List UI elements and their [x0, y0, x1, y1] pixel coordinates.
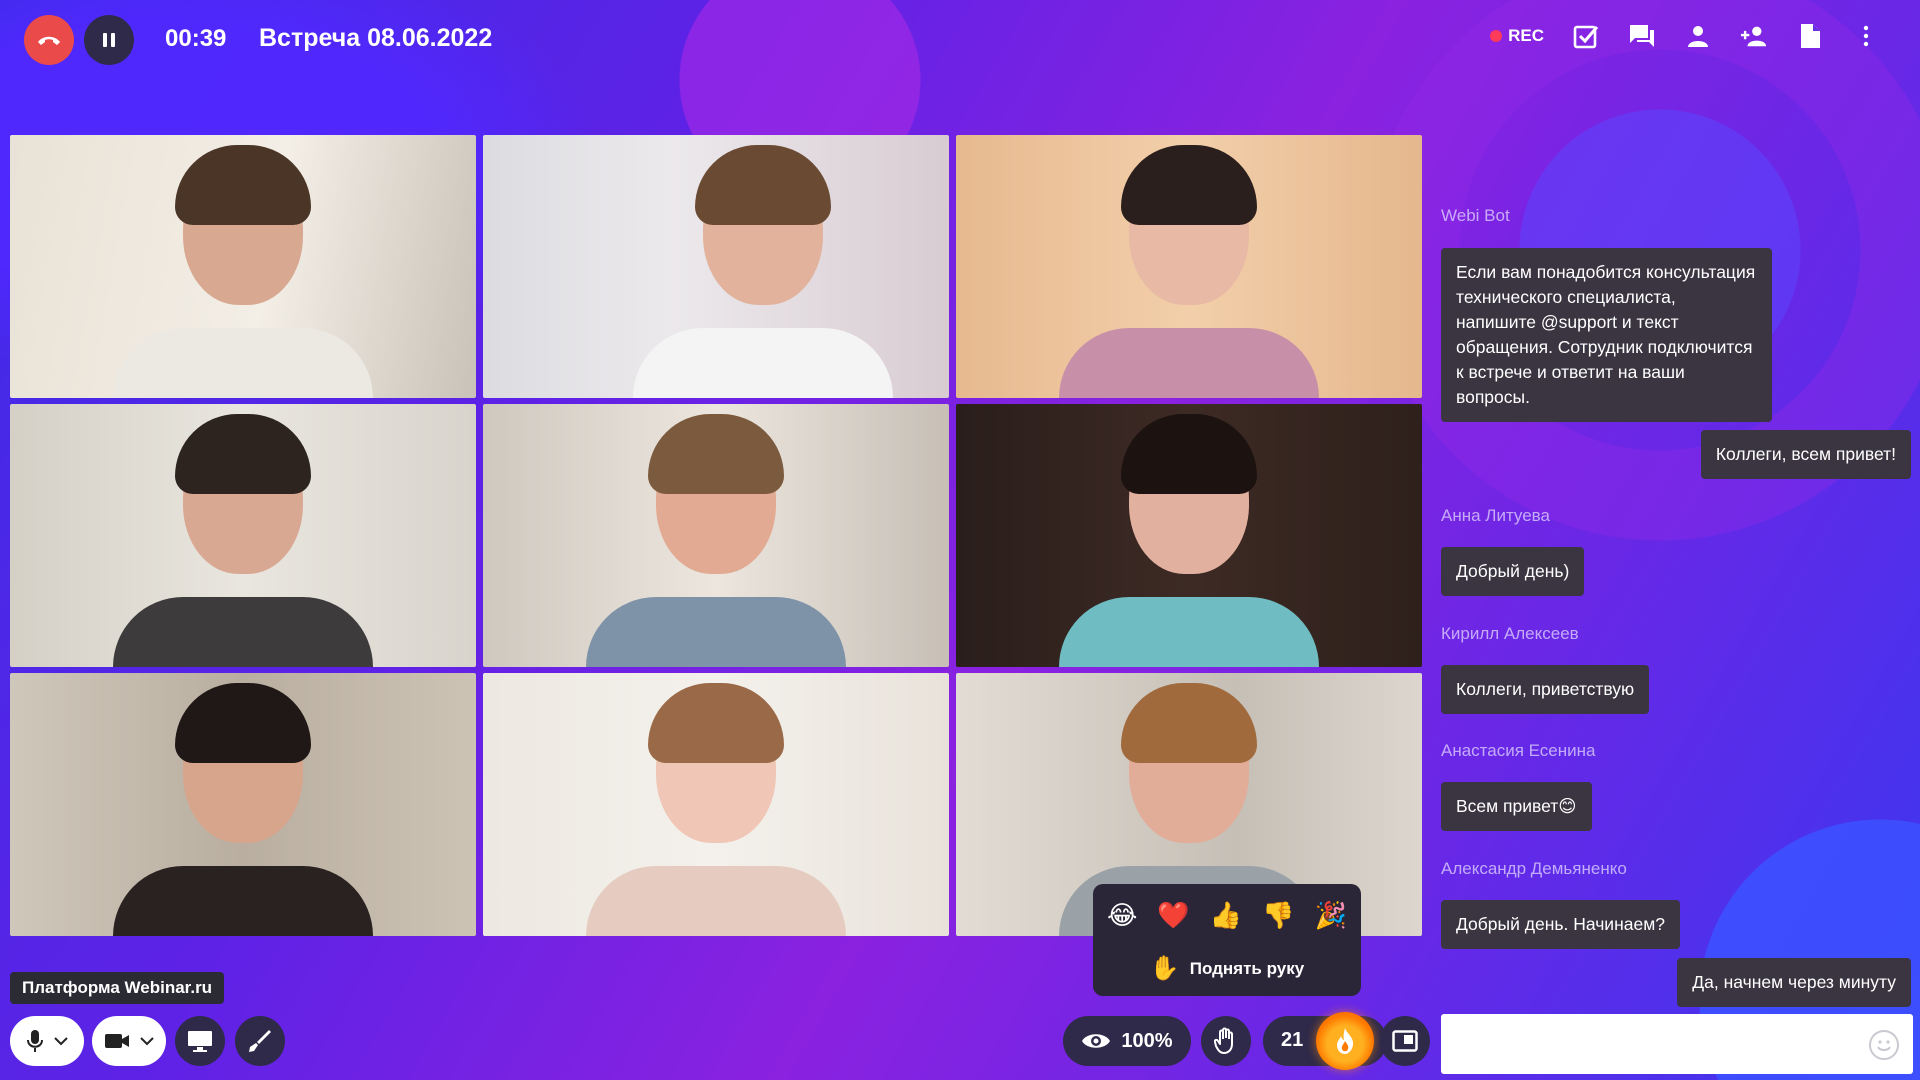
- chat-sender-name: Анастасия Есенина: [1441, 741, 1596, 760]
- emoji-picker-button[interactable]: [1869, 1030, 1899, 1060]
- top-bar: 00:39 Встреча 08.06.2022 REC: [0, 0, 1920, 80]
- video-tile[interactable]: [10, 404, 476, 667]
- meeting-title: Встреча 08.06.2022: [259, 24, 493, 52]
- microphone-icon: [27, 1030, 43, 1052]
- reactions-counter[interactable]: 21: [1263, 1012, 1387, 1070]
- raise-hand-button[interactable]: ✋ Поднять руку: [1093, 954, 1361, 983]
- document-icon: [1801, 24, 1820, 48]
- add-person-icon: [1740, 26, 1767, 47]
- pause-icon: [103, 33, 115, 47]
- fire-reaction-button[interactable]: [1316, 1012, 1374, 1070]
- pause-button[interactable]: [84, 15, 134, 65]
- chevron-down-icon: [140, 1037, 154, 1046]
- reactions-popup: 😂 ❤️ 👍 👎 🎉 ✋ Поднять руку: [1093, 884, 1361, 996]
- reaction-emoji-row: 😂 ❤️ 👍 👎 🎉: [1107, 900, 1347, 931]
- brush-icon: [249, 1030, 271, 1052]
- chat-sender-name: Александр Демьяненко: [1441, 859, 1627, 878]
- video-tile[interactable]: [483, 135, 949, 398]
- video-tile[interactable]: [956, 135, 1422, 398]
- reaction-heart[interactable]: ❤️: [1157, 900, 1189, 931]
- video-tile[interactable]: [10, 135, 476, 398]
- video-grid: [10, 135, 1423, 936]
- reaction-thumbs-down[interactable]: 👎: [1262, 900, 1294, 931]
- chat-button[interactable]: [1628, 22, 1656, 50]
- chat-sender-name: Webi Bot: [1441, 206, 1510, 225]
- camera-control[interactable]: [92, 1016, 166, 1066]
- chevron-down-icon: [54, 1037, 68, 1046]
- video-tile[interactable]: [956, 404, 1422, 667]
- more-button[interactable]: [1852, 22, 1880, 50]
- poll-button[interactable]: [1572, 22, 1600, 50]
- camera-icon: [105, 1034, 129, 1048]
- view-quality-control[interactable]: 100%: [1063, 1016, 1191, 1066]
- end-call-icon: [38, 36, 60, 45]
- chat-input[interactable]: [1441, 1014, 1913, 1074]
- reaction-party[interactable]: 🎉: [1315, 900, 1347, 931]
- video-tile[interactable]: [483, 404, 949, 667]
- chat-icon: [1630, 25, 1654, 47]
- hand-button[interactable]: [1201, 1016, 1251, 1066]
- platform-label: Платформа Webinar.ru: [10, 972, 225, 1004]
- view-percent: 100%: [1121, 1029, 1173, 1052]
- recording-indicator[interactable]: REC: [1490, 26, 1544, 46]
- meeting-timer: 00:39: [165, 25, 227, 52]
- poll-checkbox-icon: [1573, 25, 1599, 49]
- person-icon: [1688, 26, 1708, 47]
- reaction-thumbs-up[interactable]: 👍: [1210, 900, 1242, 931]
- picture-in-picture-icon: [1392, 1030, 1418, 1052]
- fire-icon: [1337, 1028, 1354, 1054]
- more-vertical-icon: [1863, 25, 1869, 47]
- smile-icon: [1877, 1040, 1891, 1051]
- rec-label: REC: [1508, 26, 1544, 45]
- chat-sender-name: Анна Литуева: [1441, 506, 1550, 525]
- video-tile[interactable]: [10, 673, 476, 936]
- chat-message-own: Коллеги, всем привет!: [1700, 430, 1911, 479]
- microphone-control[interactable]: [10, 1016, 84, 1066]
- participants-button[interactable]: [1684, 22, 1712, 50]
- record-dot-icon: [1490, 30, 1503, 42]
- screen-share-icon: [188, 1031, 212, 1052]
- chat-message: Всем привет😊: [1441, 782, 1592, 831]
- chat-message-own: Да, начнем через минуту: [1677, 958, 1911, 1007]
- files-button[interactable]: [1796, 22, 1824, 50]
- chat-message: Добрый день): [1441, 547, 1585, 596]
- chat-message: Коллеги, приветствую: [1441, 665, 1650, 714]
- chat-sender-name: Кирилл Алексеев: [1441, 624, 1579, 643]
- chat-message: Добрый день. Начинаем?: [1441, 900, 1680, 949]
- reaction-count: 21: [1281, 1029, 1304, 1051]
- top-toolbar: REC: [1490, 22, 1880, 50]
- raise-hand-label: Поднять руку: [1189, 958, 1305, 978]
- video-tile[interactable]: [483, 673, 949, 936]
- raised-hand-icon: ✋: [1149, 955, 1180, 982]
- reaction-laugh[interactable]: 😂: [1107, 900, 1137, 931]
- end-call-button[interactable]: [24, 15, 74, 65]
- screen-share-button[interactable]: [175, 1016, 225, 1066]
- picture-in-picture-button[interactable]: [1380, 1016, 1430, 1066]
- eye-icon: [1082, 1034, 1111, 1048]
- chat-message: Если вам понадобится консультация технич…: [1441, 248, 1772, 422]
- whiteboard-button[interactable]: [235, 1016, 285, 1066]
- invite-button[interactable]: [1740, 22, 1768, 50]
- hand-icon: [1214, 1027, 1233, 1054]
